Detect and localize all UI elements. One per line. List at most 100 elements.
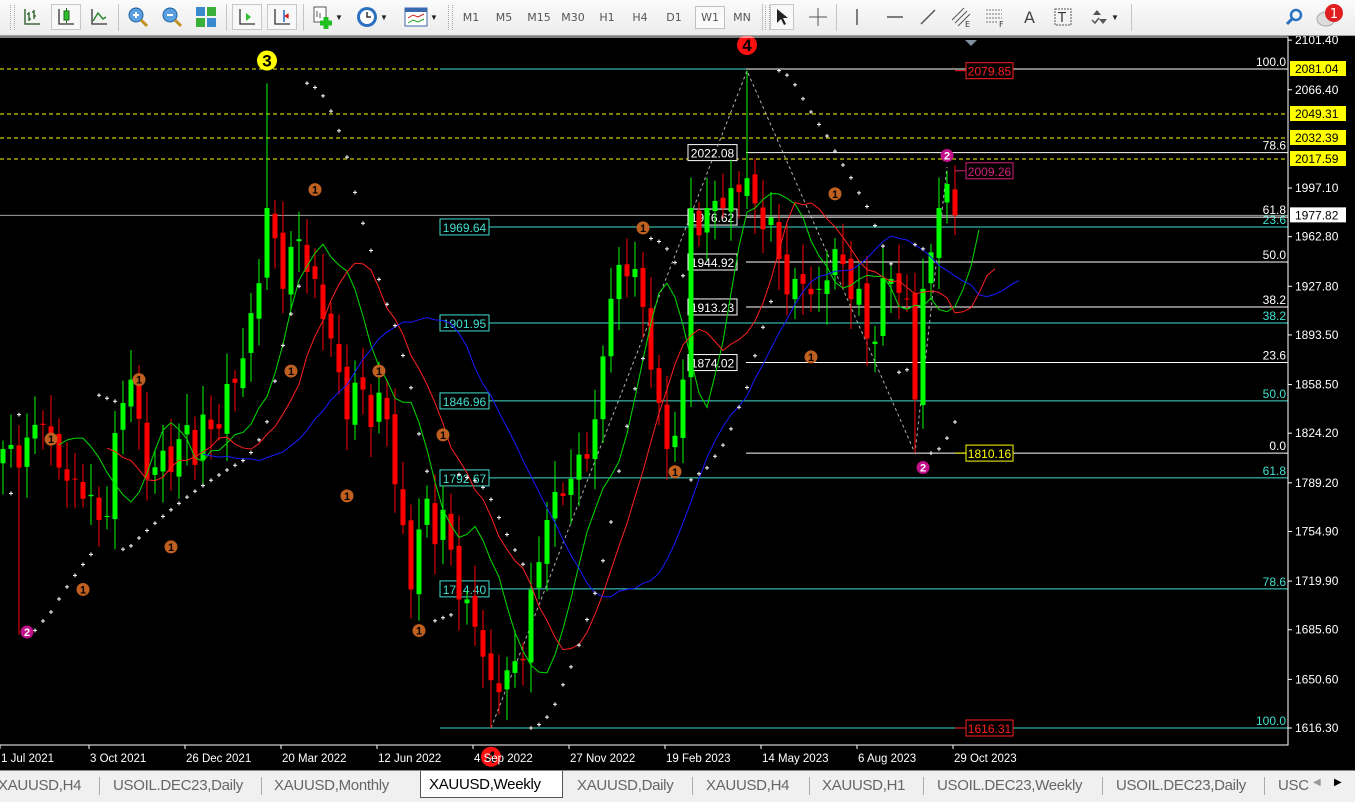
zoom-in-button[interactable]	[124, 4, 152, 30]
periods-button[interactable]: ▼	[354, 4, 390, 30]
scroll-tabs-right-icon[interactable]: ▶	[1334, 777, 1342, 788]
bearish-candle	[408, 520, 414, 590]
arrows-button[interactable]: ▼	[1085, 4, 1123, 30]
bullish-candle	[592, 419, 598, 459]
price-tick-label: 2066.40	[1295, 83, 1339, 97]
bullish-candle	[104, 515, 110, 518]
trendline-button[interactable]	[916, 4, 940, 30]
wave-label-text: 1	[376, 366, 382, 378]
auto-scroll-button[interactable]	[232, 4, 262, 30]
chart-shift-marker-icon[interactable]	[965, 40, 977, 46]
sar-dot	[425, 469, 429, 474]
wave-label-text: 1	[136, 375, 142, 387]
price-tick-label: 1719.90	[1295, 574, 1339, 588]
tab-xauusd-h4[interactable]: XAUUSD,H4	[0, 773, 81, 797]
bullish-candle	[616, 264, 622, 300]
sar-dot	[105, 396, 109, 401]
fib-cyan-level-text: 100.0	[1256, 714, 1286, 728]
fibonacci-button[interactable]: F	[983, 4, 1009, 30]
wave-label-text: 1	[672, 467, 678, 479]
fib-white-level-text: 78.6	[1263, 139, 1287, 153]
sar-dot	[113, 399, 117, 404]
line-chart-button[interactable]	[86, 4, 112, 30]
timeframe-h1[interactable]: H1	[592, 6, 622, 29]
sar-dot	[617, 469, 621, 474]
timeframe-w1[interactable]: W1	[695, 6, 725, 29]
bearish-candle	[472, 595, 478, 627]
price-tick-label: 1685.60	[1295, 623, 1339, 637]
tab-xauusd-daily[interactable]: XAUUSD,Daily	[577, 773, 674, 797]
sar-dot	[361, 221, 365, 226]
vertical-line-button[interactable]	[846, 4, 868, 30]
price-tick-label: 1927.80	[1295, 279, 1339, 293]
bullish-candle	[824, 280, 830, 295]
search-button[interactable]	[1282, 4, 1306, 30]
cursor-button[interactable]	[770, 4, 794, 30]
sar-dot	[577, 643, 581, 648]
bearish-candle	[312, 266, 318, 279]
sar-dot	[129, 543, 133, 548]
tab-xauusd-h4-2[interactable]: XAUUSD,H4	[706, 773, 789, 797]
chart-shift-button[interactable]	[267, 4, 297, 30]
timeframe-d1[interactable]: D1	[659, 6, 689, 29]
indicators-button[interactable]: ▼	[309, 4, 345, 30]
timeframe-m30[interactable]: M30	[558, 6, 588, 29]
notifications-button[interactable]: 1	[1314, 4, 1346, 30]
bearish-candle	[800, 274, 806, 284]
tab-xauusd-monthly[interactable]: XAUUSD,Monthly	[274, 773, 389, 797]
templates-button[interactable]: ▼	[401, 4, 441, 30]
tile-windows-button[interactable]	[193, 4, 219, 30]
price-tick-label: 1962.80	[1295, 230, 1339, 244]
clock-icon	[357, 7, 378, 27]
sar-dot	[121, 547, 125, 552]
tab-xauusd-weekly[interactable]: XAUUSD,Weekly	[420, 771, 563, 798]
bearish-candle	[384, 397, 390, 420]
toolbar: ▼ ▼ ▼ M1 M5 M15 M30 H1 H4 D1 W1 MN E F A…	[0, 0, 1355, 36]
fib-white-level-text: 23.6	[1263, 349, 1287, 363]
time-tick-label: 19 Feb 2023	[666, 753, 731, 765]
bar-chart-button[interactable]	[19, 4, 45, 30]
crosshair-button[interactable]	[806, 4, 830, 30]
candlestick-chart-button[interactable]	[51, 4, 81, 30]
tab-usoil-daily-2[interactable]: USOIL.DEC23,Daily	[1116, 773, 1246, 797]
bullish-candle	[224, 384, 230, 434]
scroll-tabs-left-icon[interactable]: ◀	[1313, 777, 1321, 788]
bearish-candle	[400, 489, 406, 526]
timeframe-m1[interactable]: M1	[456, 6, 486, 29]
sar-dot	[353, 190, 357, 195]
equidistant-channel-button[interactable]: E	[949, 4, 975, 30]
toolbar-grip[interactable]	[10, 5, 15, 30]
timeframe-mn[interactable]: MN	[727, 6, 757, 29]
sar-dot	[505, 532, 509, 537]
sar-dot	[65, 584, 69, 589]
text-label-button[interactable]: T	[1051, 4, 1075, 30]
timeframe-h4[interactable]: H4	[625, 6, 655, 29]
bullish-candle	[504, 670, 510, 690]
svg-text:F: F	[999, 20, 1004, 28]
sar-dot	[177, 501, 181, 506]
sar-dot	[9, 491, 13, 496]
price-chart[interactable]: 23.6 1969.64 38.2 1901.95 50.0 1846.96 61.8 179…	[0, 36, 1355, 770]
bullish-candle	[544, 519, 550, 564]
text-button[interactable]: A	[1018, 4, 1042, 30]
wave-label-text: 3	[262, 52, 271, 71]
wave-label-text: 1	[168, 542, 174, 554]
tab-usc[interactable]: USC	[1278, 773, 1309, 797]
sar-dot	[145, 528, 149, 533]
price-tag-text: 1616.31	[968, 722, 1012, 736]
price-tick-label: 1997.10	[1295, 181, 1339, 195]
horizontal-line-button[interactable]	[883, 4, 907, 30]
bullish-candle	[0, 449, 6, 464]
timeframe-m5[interactable]: M5	[489, 6, 519, 29]
tab-xauusd-h1[interactable]: XAUUSD,H1	[822, 773, 905, 797]
bearish-candle	[344, 366, 350, 420]
fib-cyan-level-text: 50.0	[1263, 387, 1287, 401]
tab-usoil-weekly[interactable]: USOIL.DEC23,Weekly	[937, 773, 1083, 797]
sar-dot	[745, 385, 749, 390]
tab-usoil-daily[interactable]: USOIL.DEC23,Daily	[113, 773, 243, 797]
zoom-out-button[interactable]	[158, 4, 186, 30]
svg-text:T: T	[1057, 11, 1066, 26]
timeframe-m15[interactable]: M15	[524, 6, 554, 29]
chevron-down-icon: ▼	[380, 12, 388, 22]
sar-dot	[513, 547, 517, 552]
